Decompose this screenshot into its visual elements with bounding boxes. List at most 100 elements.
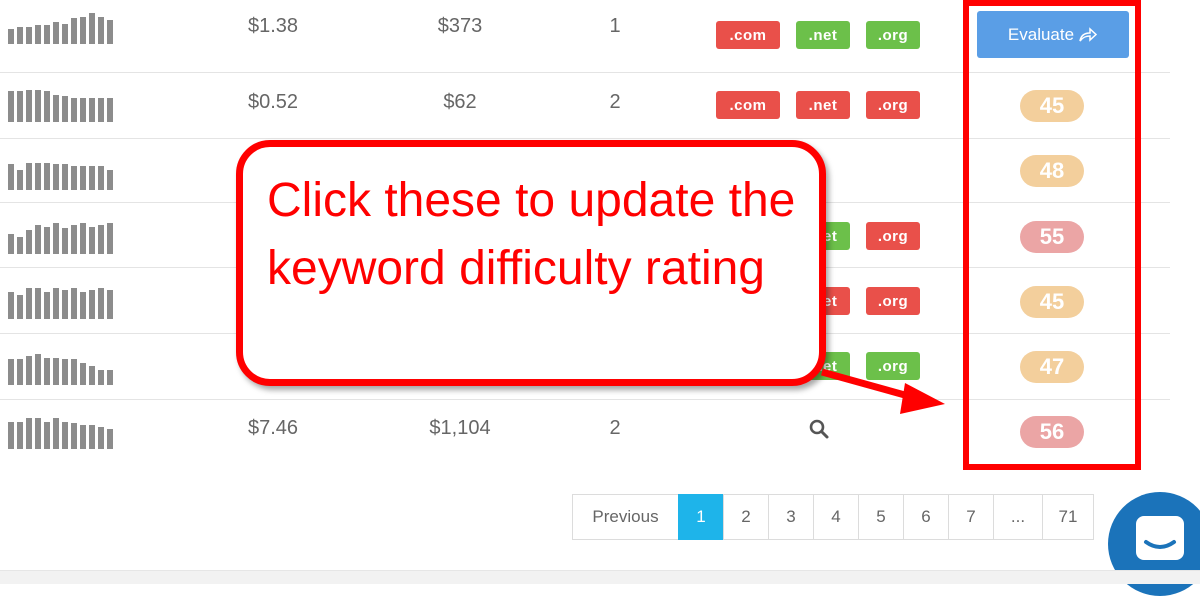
- trend-bar: [44, 91, 50, 122]
- trend-bar: [8, 359, 14, 385]
- trend-bar: [98, 370, 104, 385]
- trend-bar: [89, 366, 95, 385]
- trend-bar: [62, 422, 68, 449]
- trend-bar: [89, 227, 95, 254]
- trend-bar: [71, 288, 77, 319]
- trend-bar: [44, 358, 50, 385]
- tld-com-badge[interactable]: .com: [716, 21, 780, 49]
- search-icon[interactable]: [808, 418, 830, 440]
- trend-bar: [80, 17, 86, 44]
- annotation-text: Click these to update the keyword diffic…: [267, 174, 796, 295]
- trend-bar: [35, 90, 41, 122]
- trend-bar: [44, 292, 50, 319]
- trend-bar: [17, 91, 23, 122]
- page-4-button[interactable]: 4: [813, 494, 859, 540]
- count-value: 2: [609, 417, 621, 439]
- trend-bar: [26, 288, 32, 319]
- annotation-callout: Click these to update the keyword diffic…: [236, 140, 826, 386]
- trend-bar: [107, 170, 113, 190]
- cpc-value: $0.52: [248, 91, 299, 113]
- trend-bar: [71, 98, 77, 122]
- volume-value: $373: [437, 15, 483, 37]
- trend-bar: [80, 223, 86, 254]
- page-7-button[interactable]: 7: [948, 494, 994, 540]
- page-2-button[interactable]: 2: [723, 494, 769, 540]
- highlight-box: [963, 0, 1141, 470]
- trend-sparkline: [8, 10, 113, 44]
- trend-bar: [89, 166, 95, 190]
- page-1-button[interactable]: 1: [678, 494, 724, 540]
- cpc-value: $7.46: [248, 417, 299, 439]
- volume-value: $1,104: [429, 417, 491, 439]
- trend-bar: [89, 425, 95, 449]
- trend-bar: [107, 290, 113, 319]
- trend-bar: [26, 418, 32, 449]
- trend-bar: [107, 370, 113, 385]
- count-value: 1: [609, 15, 621, 37]
- trend-bar: [53, 223, 59, 254]
- tld-org-badge[interactable]: .org: [866, 287, 920, 315]
- trend-bar: [8, 234, 14, 254]
- trend-bar: [98, 288, 104, 319]
- trend-bar: [107, 98, 113, 122]
- cpc-value: $1.38: [248, 15, 299, 37]
- trend-bar: [107, 429, 113, 449]
- trend-bar: [8, 29, 14, 44]
- trend-bar: [44, 25, 50, 44]
- trend-bar: [98, 17, 104, 44]
- trend-bar: [62, 96, 68, 122]
- trend-bar: [89, 98, 95, 122]
- trend-bar: [71, 423, 77, 449]
- trend-bar: [26, 356, 32, 385]
- trend-bar: [107, 20, 113, 44]
- tld-com-badge[interactable]: .com: [716, 91, 780, 119]
- trend-bar: [35, 163, 41, 190]
- trend-bar: [8, 422, 14, 449]
- trend-bar: [80, 98, 86, 122]
- tld-org-badge[interactable]: .org: [866, 91, 920, 119]
- trend-sparkline: [8, 351, 113, 385]
- page-3-button[interactable]: 3: [768, 494, 814, 540]
- trend-bar: [53, 164, 59, 190]
- trend-bar: [89, 13, 95, 44]
- page-5-button[interactable]: 5: [858, 494, 904, 540]
- trend-bar: [80, 425, 86, 449]
- trend-sparkline: [8, 285, 113, 319]
- trend-bar: [71, 18, 77, 44]
- tld-org-badge[interactable]: .org: [866, 21, 920, 49]
- tld-org-badge[interactable]: .org: [866, 352, 920, 380]
- trend-bar: [44, 163, 50, 190]
- pagination: Previous 1 2 3 4 5 6 7 ... 71: [572, 494, 1094, 540]
- trend-bar: [53, 22, 59, 44]
- trend-bar: [26, 90, 32, 122]
- page-footer-strip: [0, 570, 1200, 584]
- trend-bar: [62, 24, 68, 44]
- trend-bar: [35, 25, 41, 44]
- trend-bar: [26, 27, 32, 44]
- tld-org-badge[interactable]: .org: [866, 222, 920, 250]
- trend-bar: [71, 359, 77, 385]
- trend-bar: [35, 354, 41, 385]
- trend-bar: [71, 225, 77, 254]
- page-71-button[interactable]: 71: [1042, 494, 1094, 540]
- trend-bar: [35, 418, 41, 449]
- trend-sparkline: [8, 156, 113, 190]
- trend-bar: [17, 237, 23, 254]
- trend-bar: [17, 422, 23, 449]
- page-ellipsis: ...: [993, 494, 1043, 540]
- tld-net-badge[interactable]: .net: [796, 21, 850, 49]
- trend-sparkline: [8, 415, 113, 449]
- trend-bar: [44, 422, 50, 449]
- tld-net-badge[interactable]: .net: [796, 91, 850, 119]
- trend-bar: [26, 163, 32, 190]
- page-6-button[interactable]: 6: [903, 494, 949, 540]
- trend-bar: [53, 95, 59, 122]
- trend-bar: [98, 427, 104, 449]
- trend-bar: [107, 223, 113, 254]
- trend-bar: [62, 359, 68, 385]
- count-value: 2: [609, 91, 621, 113]
- trend-bar: [89, 290, 95, 319]
- trend-bar: [17, 295, 23, 319]
- previous-page-button[interactable]: Previous: [572, 494, 679, 540]
- trend-bar: [44, 227, 50, 254]
